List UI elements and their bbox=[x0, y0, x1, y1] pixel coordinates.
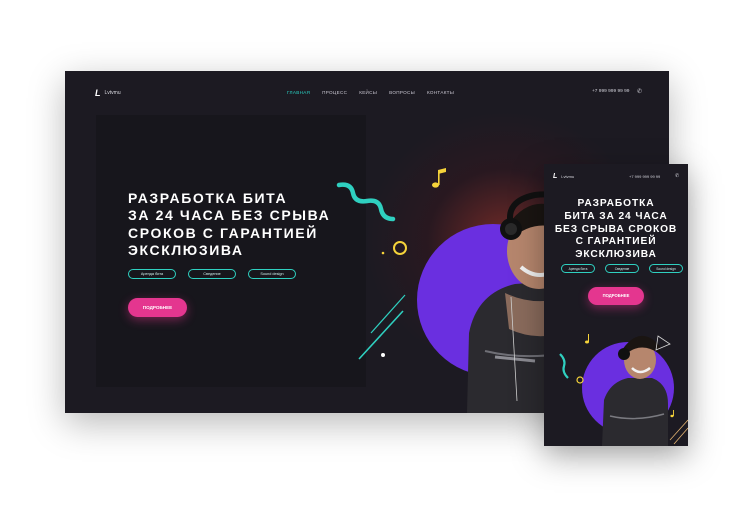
music-note-icon bbox=[670, 410, 674, 418]
service-tags: Аренда бита Сведение Sound design bbox=[561, 264, 683, 273]
nav-item-questions[interactable]: Вопросы bbox=[389, 90, 415, 95]
hero-title: Разработка бита за 24 часа без срыва сро… bbox=[544, 198, 688, 262]
hero-title-line: сроков с гарантией bbox=[128, 224, 318, 241]
tag-sound-design[interactable]: Sound design bbox=[649, 264, 683, 273]
yellow-ring-shape bbox=[393, 241, 407, 255]
nav-item-contacts[interactable]: Контакты bbox=[427, 90, 454, 95]
music-note-icon bbox=[585, 334, 589, 344]
hero-title-line: Разработка bbox=[577, 198, 655, 209]
tag-mixing[interactable]: Сведение bbox=[188, 269, 236, 279]
tag-beat-rent[interactable]: Аренда бита bbox=[561, 264, 595, 273]
more-button[interactable]: Подробнее bbox=[588, 287, 644, 305]
music-note-icon bbox=[432, 168, 446, 188]
more-button[interactable]: Подробнее bbox=[128, 298, 187, 317]
logo-mark-icon: L bbox=[95, 88, 101, 98]
tag-mixing[interactable]: Сведение bbox=[605, 264, 639, 273]
orange-line-shape bbox=[673, 427, 688, 445]
hero-title-line: за 24 часа без срыва bbox=[128, 207, 331, 224]
phone-icon[interactable]: ✆ bbox=[637, 88, 642, 95]
orange-line-shape bbox=[669, 419, 688, 441]
hero-title-line: эксклюзива bbox=[575, 249, 657, 261]
hero-title-line: Разработка бита bbox=[128, 190, 288, 206]
phone-icon[interactable]: ✆ bbox=[675, 173, 679, 179]
nav-item-cases[interactable]: Кейсы bbox=[359, 90, 377, 95]
service-tags: Аренда бита Сведение Sound design bbox=[128, 269, 296, 279]
white-dot-shape bbox=[381, 353, 385, 357]
hero-title: Разработка бита за 24 часа без срыва сро… bbox=[128, 190, 388, 259]
brand-logo[interactable]: L Lvtvmu bbox=[95, 88, 121, 98]
tag-beat-rent[interactable]: Аренда бита bbox=[128, 269, 176, 279]
hero-title-line: без срыва сроков bbox=[554, 223, 678, 235]
yellow-ring-shape bbox=[576, 376, 584, 384]
nav-item-home[interactable]: Главная bbox=[287, 90, 310, 95]
main-navigation: Главная Процесс Кейсы Вопросы Контакты bbox=[287, 90, 454, 95]
brand-name: Lvtvmu bbox=[561, 174, 575, 179]
brand-logo[interactable]: L Lvtvmu bbox=[553, 173, 574, 180]
mobile-mockup: L Lvtvmu +7 999 999 99 99 ✆ Разработка б… bbox=[544, 164, 688, 446]
nav-item-process[interactable]: Процесс bbox=[322, 90, 347, 95]
phone-number[interactable]: +7 999 999 99 99 bbox=[592, 89, 629, 94]
logo-mark-icon: L bbox=[553, 173, 558, 180]
hero-title-line: эксклюзива bbox=[128, 241, 244, 258]
tag-sound-design[interactable]: Sound design bbox=[248, 269, 296, 279]
hero-title-line: с гарантией bbox=[575, 236, 657, 248]
hero-title-line: бита за 24 часа bbox=[564, 210, 668, 222]
teal-line-shape bbox=[358, 310, 404, 360]
brand-name: Lvtvmu bbox=[104, 90, 121, 96]
teal-squiggle-shape bbox=[559, 353, 569, 379]
phone-number[interactable]: +7 999 999 99 99 bbox=[629, 174, 660, 179]
